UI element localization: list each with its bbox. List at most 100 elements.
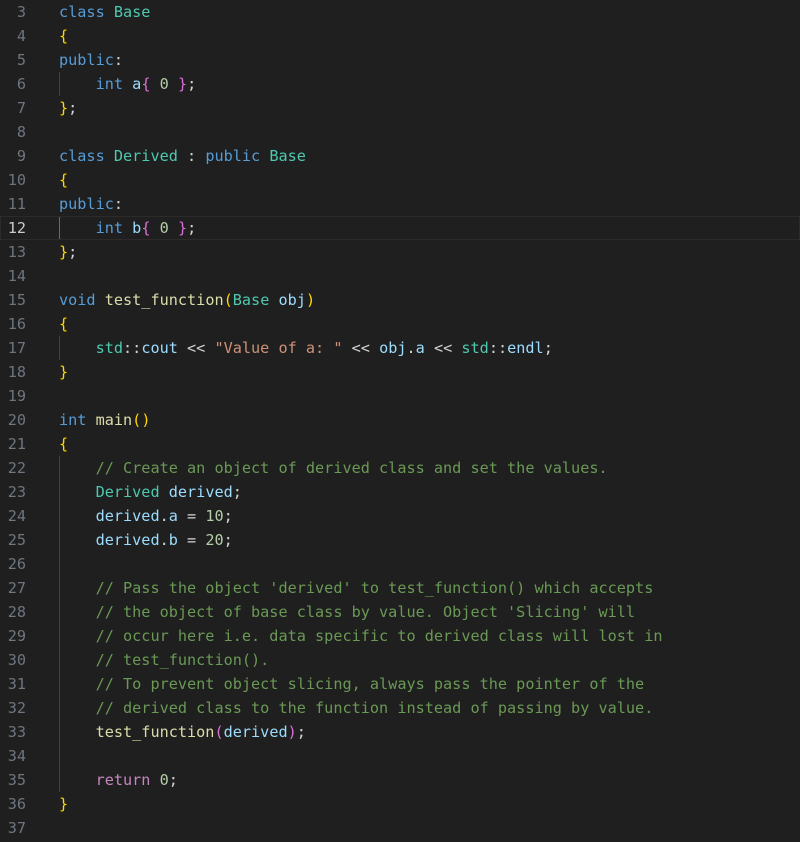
line-code[interactable]: { <box>59 432 68 456</box>
code-line-17[interactable]: 17 std::cout << "Value of a: " << obj.a … <box>0 336 800 360</box>
line-code[interactable]: void test_function(Base obj) <box>59 288 315 312</box>
line-code[interactable]: public: <box>59 48 123 72</box>
line-code[interactable]: return 0; <box>59 768 178 792</box>
line-code[interactable]: } <box>59 792 68 816</box>
code-line-13[interactable]: 13}; <box>0 240 800 264</box>
token-op: . <box>406 339 416 357</box>
line-code[interactable]: { <box>59 24 68 48</box>
line-number: 27 <box>7 579 26 597</box>
code-line-37[interactable]: 37 <box>0 816 800 840</box>
token-op <box>59 339 96 357</box>
line-code[interactable]: // occur here i.e. data specific to deri… <box>59 624 663 648</box>
token-op <box>169 75 178 93</box>
line-code[interactable]: }; <box>59 96 77 120</box>
token-num: 10 <box>205 507 224 525</box>
token-ctl: return <box>95 771 151 789</box>
line-code[interactable]: { <box>59 168 68 192</box>
token-type: std <box>461 339 489 357</box>
code-line-23[interactable]: 23 Derived derived; <box>0 480 800 504</box>
code-line-31[interactable]: 31 // To prevent object slicing, always … <box>0 672 800 696</box>
line-code[interactable]: { <box>59 312 68 336</box>
token-op <box>123 75 132 93</box>
token-num: 0 <box>159 771 169 789</box>
token-var: b <box>132 219 142 237</box>
code-line-25[interactable]: 25 derived.b = 20; <box>0 528 800 552</box>
line-code[interactable]: class Derived : public Base <box>59 144 306 168</box>
line-code[interactable]: derived.b = 20; <box>59 528 233 552</box>
token-op <box>86 411 95 429</box>
line-code[interactable]: Derived derived; <box>59 480 242 504</box>
code-line-7[interactable]: 7}; <box>0 96 800 120</box>
line-number: 6 <box>16 75 26 93</box>
token-type: Derived <box>113 147 178 165</box>
line-code[interactable]: // the object of base class by value. Ob… <box>59 600 635 624</box>
line-code[interactable]: // Create an object of derived class and… <box>59 456 608 480</box>
line-code[interactable]: test_function(derived); <box>59 720 306 744</box>
line-number: 26 <box>7 555 26 573</box>
line-code[interactable]: }; <box>59 240 77 264</box>
code-line-30[interactable]: 30 // test_function(). <box>0 648 800 672</box>
token-cmt: // Create an object of derived class and… <box>95 459 608 477</box>
line-code[interactable]: class Base <box>59 0 150 24</box>
token-kw: public <box>59 51 114 69</box>
line-code[interactable]: // To prevent object slicing, always pas… <box>59 672 645 696</box>
token-br1: () <box>132 411 151 429</box>
code-line-20[interactable]: 20 int main() <box>0 408 800 432</box>
code-line-10[interactable]: 10 { <box>0 168 800 192</box>
token-kw: void <box>59 291 96 309</box>
code-line-32[interactable]: 32 // derived class to the function inst… <box>0 696 800 720</box>
token-op: ; <box>232 483 242 501</box>
code-editor[interactable]: 3 class Base 4{5 public: 6 int a{ 0 }; 7}; 8 9 c… <box>0 0 800 842</box>
code-line-5[interactable]: 5 public: <box>0 48 800 72</box>
line-number: 31 <box>7 675 26 693</box>
code-line-22[interactable]: 22 // Create an object of derived class … <box>0 456 800 480</box>
line-code[interactable]: std::cout << "Value of a: " << obj.a << … <box>59 336 553 360</box>
code-line-9[interactable]: 9 class Derived : public Base <box>0 144 800 168</box>
token-var: derived <box>168 483 233 501</box>
code-line-18[interactable]: 18} <box>0 360 800 384</box>
code-line-35[interactable]: 35 return 0; <box>0 768 800 792</box>
code-line-12[interactable]: 12 int b{ 0 }; <box>0 216 800 240</box>
line-code[interactable]: int b{ 0 }; <box>59 216 197 240</box>
code-line-11[interactable]: 11 public: <box>0 192 800 216</box>
code-line-21[interactable]: 21 { <box>0 432 800 456</box>
code-line-27[interactable]: 27 // Pass the object 'derived' to test_… <box>0 576 800 600</box>
code-line-3[interactable]: 3 class Base <box>0 0 800 24</box>
code-line-14[interactable]: 14 <box>0 264 800 288</box>
line-number: 15 <box>7 291 26 309</box>
line-code[interactable]: // test_function(). <box>59 648 270 672</box>
line-code[interactable]: derived.a = 10; <box>59 504 233 528</box>
code-line-15[interactable]: 15 void test_function(Base obj) <box>0 288 800 312</box>
code-line-36[interactable]: 36} <box>0 792 800 816</box>
code-line-16[interactable]: 16 { <box>0 312 800 336</box>
line-number: 33 <box>7 723 26 741</box>
line-code[interactable]: int main() <box>59 408 150 432</box>
code-line-19[interactable]: 19 <box>0 384 800 408</box>
line-code[interactable]: int a{ 0 }; <box>59 72 197 96</box>
line-code[interactable]: } <box>59 360 68 384</box>
code-line-4[interactable]: 4{ <box>0 24 800 48</box>
token-op <box>59 651 96 669</box>
code-line-26[interactable]: 26 <box>0 552 800 576</box>
line-code[interactable]: public: <box>59 192 123 216</box>
line-code[interactable]: // derived class to the function instead… <box>59 696 654 720</box>
token-type: std <box>95 339 124 357</box>
code-line-33[interactable]: 33 test_function(derived); <box>0 720 800 744</box>
token-op <box>59 627 96 645</box>
code-line-34[interactable]: 34 <box>0 744 800 768</box>
token-kw: class <box>59 3 105 21</box>
token-kw: public <box>205 147 261 165</box>
code-line-24[interactable]: 24 derived.a = 10; <box>0 504 800 528</box>
token-var: obj <box>379 339 407 357</box>
token-cmt: // test_function(). <box>95 651 270 669</box>
token-br1: } <box>59 99 69 117</box>
token-op: . <box>159 507 169 525</box>
token-num: 20 <box>205 531 224 549</box>
code-line-8[interactable]: 8 <box>0 120 800 144</box>
code-line-28[interactable]: 28 // the object of base class by value.… <box>0 600 800 624</box>
line-code[interactable]: // Pass the object 'derived' to test_fun… <box>59 576 654 600</box>
code-line-29[interactable]: 29 // occur here i.e. data specific to d… <box>0 624 800 648</box>
token-kw: public <box>59 195 114 213</box>
token-type: Base <box>269 147 306 165</box>
code-line-6[interactable]: 6 int a{ 0 }; <box>0 72 800 96</box>
